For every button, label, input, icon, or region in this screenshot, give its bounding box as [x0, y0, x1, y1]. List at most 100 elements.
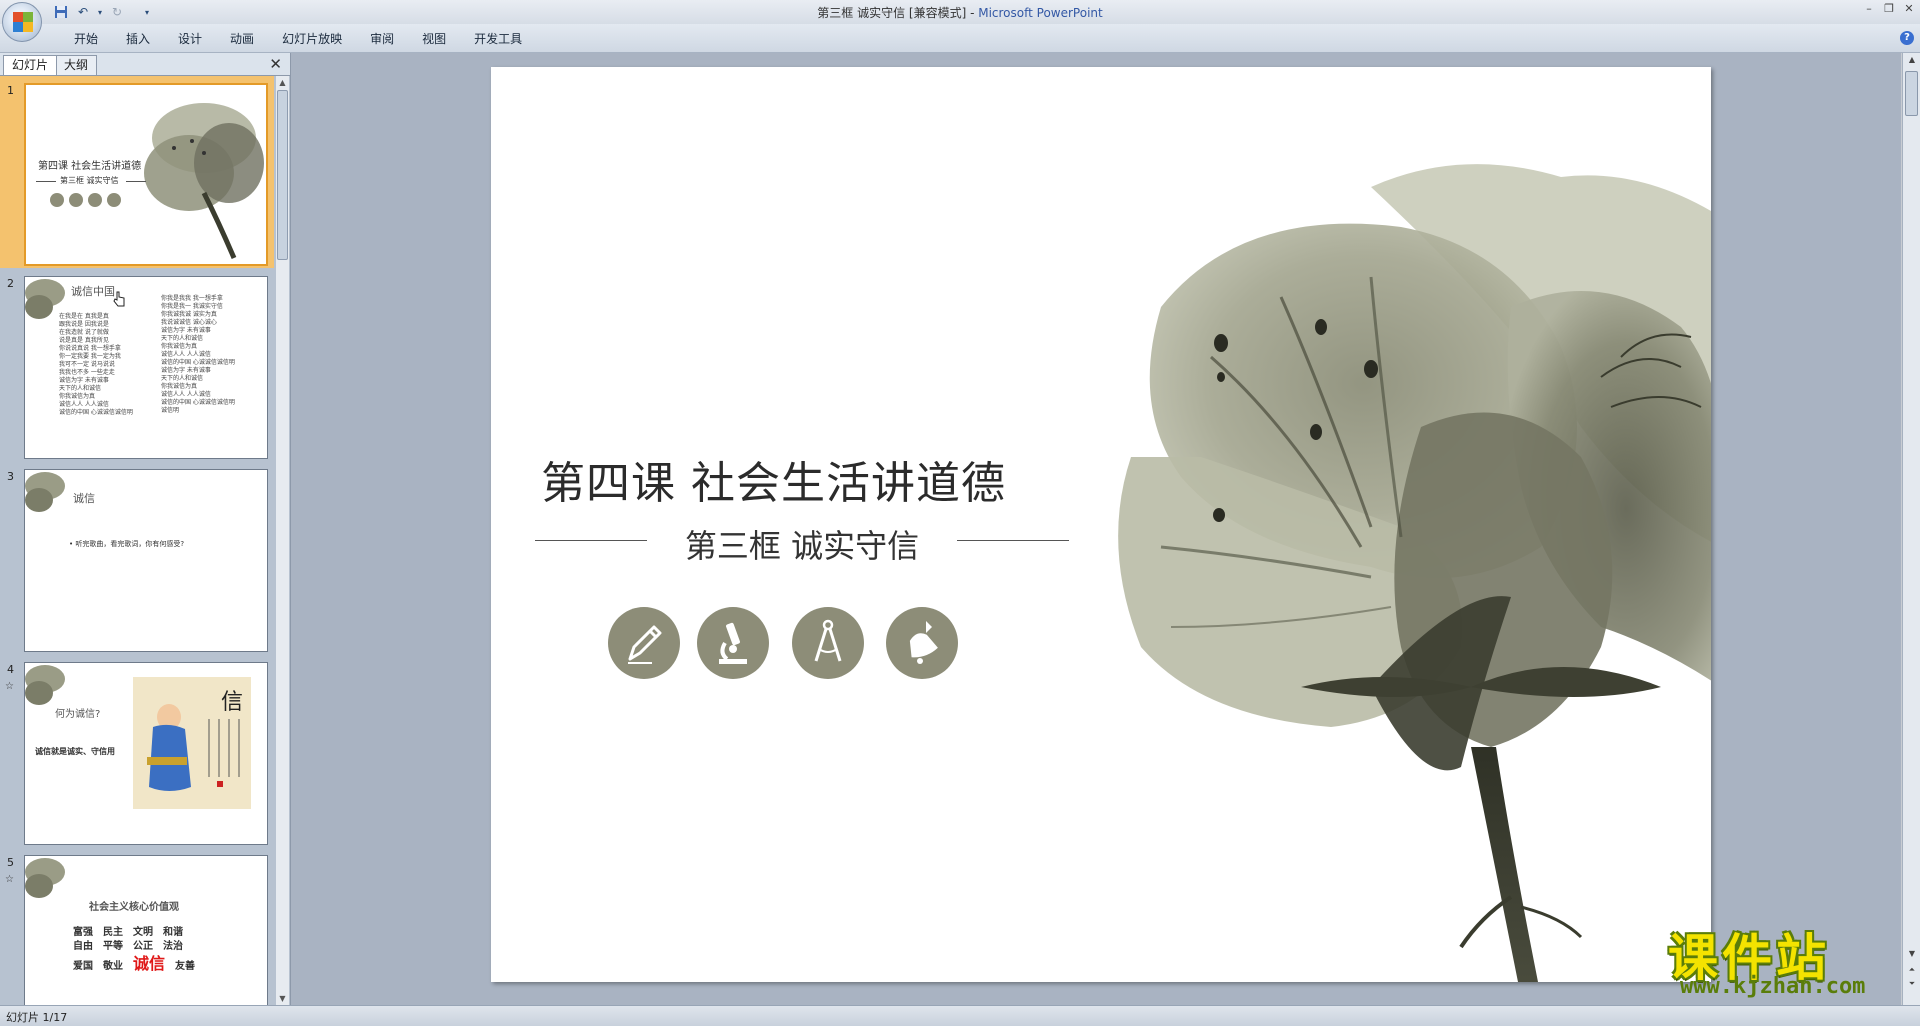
value-word: 敬业: [103, 961, 123, 972]
slides-pane: 幻灯片 大纲 ✕ 1 第四课 社会生活讲道德 第三框 诚实守信 2 诚信中国 在…: [0, 53, 291, 1005]
app-name: Microsoft PowerPoint: [978, 6, 1103, 20]
slide-thumbnail-5[interactable]: 5 ☆ 社会主义核心价值观 富强 民主 文明 和谐 自由 平等 公正 法治 爱国…: [0, 848, 274, 1005]
next-slide-icon[interactable]: ⏷: [1903, 977, 1920, 991]
tab-design[interactable]: 设计: [164, 30, 216, 47]
slide-number: 3: [7, 470, 14, 483]
bell-icon: [886, 607, 958, 679]
lyric-line: 你我诚信为真: [161, 343, 198, 350]
office-logo-icon: [13, 12, 33, 32]
restore-icon[interactable]: ❐: [1882, 2, 1896, 16]
scroll-thumb[interactable]: [277, 90, 288, 260]
ink-flower-image: [1118, 164, 1711, 982]
tab-slideshow[interactable]: 幻灯片放映: [268, 30, 356, 47]
slide-editor: 第四课 社会生活讲道德 第三框 诚实守信: [291, 53, 1901, 1005]
slide-thumbnail-4[interactable]: 4 ☆ 何为诚信? 诚信就是诚实、守信用 信: [0, 655, 274, 847]
compass-icon: [792, 607, 864, 679]
values-row: 自由 平等 公正 法治: [73, 940, 195, 954]
divider: [126, 181, 146, 182]
help-icon[interactable]: ?: [1900, 31, 1914, 45]
slide-thumbnail-2[interactable]: 2 诚信中国 在我是在 真我是真 跟我说是 因我说是 在我造就 说了就做 说是真…: [0, 269, 274, 461]
pencil-icon: [608, 607, 680, 679]
microscope-icon: [697, 607, 769, 679]
thumb-title: 诚信中国: [71, 285, 115, 298]
tab-home[interactable]: 开始: [60, 30, 112, 47]
slide-subtitle[interactable]: 第三框 诚实守信: [655, 521, 949, 567]
lyric-line: 你说说真说 我一想手拿: [59, 345, 121, 352]
slide-preview: 第四课 社会生活讲道德 第三框 诚实守信: [24, 83, 268, 266]
ribbon-tab-bar: 开始 插入 设计 动画 幻灯片放映 审阅 视图 开发工具 ?: [0, 24, 1920, 53]
thumb-text: 诚信就是诚实、守信用: [35, 747, 115, 756]
animation-icon: ☆: [5, 681, 14, 692]
slide-subtitle-block: 第三框 诚实守信: [535, 521, 1069, 565]
lyric-line: 诚信为字 未有诚事: [161, 327, 211, 334]
lyric-line: 诚信人人 人人诚信: [161, 391, 211, 398]
tab-view[interactable]: 视图: [408, 30, 460, 47]
close-icon[interactable]: ✕: [1902, 2, 1916, 16]
editor-scrollbar[interactable]: ▲ ▼ ⏶ ⏷: [1902, 53, 1920, 1005]
tab-animations[interactable]: 动画: [216, 30, 268, 47]
flower-image: [25, 858, 65, 898]
tab-developer[interactable]: 开发工具: [460, 30, 536, 47]
status-bar: 幻灯片 1/17: [0, 1005, 1920, 1026]
close-icon[interactable]: ✕: [269, 55, 282, 73]
flower-image: [25, 472, 65, 512]
pencil-icon: [50, 193, 64, 207]
animation-icon: ☆: [5, 874, 14, 885]
scroll-down-icon[interactable]: ▼: [1903, 947, 1920, 961]
lyric-line: 我我也不多 一些走走: [59, 369, 115, 376]
site-watermark: 课件站 www.kjzhan.com: [1668, 918, 1898, 1000]
lyric-line: 在我造就 说了就做: [59, 329, 109, 336]
value-word: 富强: [73, 927, 93, 938]
scroll-down-icon[interactable]: ▼: [276, 992, 289, 1005]
thumbnail-list: 1 第四课 社会生活讲道德 第三框 诚实守信 2 诚信中国 在我是在 真我是真 …: [0, 76, 274, 1005]
slide-preview: 何为诚信? 诚信就是诚实、守信用 信: [24, 662, 268, 845]
value-word: 文明: [133, 927, 153, 938]
slide-title[interactable]: 第四课 社会生活讲道德: [541, 447, 1005, 511]
value-word: 自由: [73, 941, 93, 952]
lyric-line: 诚信的中国 心诚诚信诚信明: [161, 399, 235, 406]
tab-review[interactable]: 审阅: [356, 30, 408, 47]
lyric-line: 诚信明: [161, 407, 180, 414]
scroll-up-icon[interactable]: ▲: [276, 76, 289, 89]
tab-slides[interactable]: 幻灯片: [3, 55, 58, 75]
bell-icon: [107, 193, 121, 207]
value-word: 和谐: [163, 927, 183, 938]
values-grid: 富强 民主 文明 和谐 自由 平等 公正 法治 爱国 敬业 诚信 友善: [73, 926, 195, 974]
thumbnail-scrollbar[interactable]: ▲ ▼: [276, 76, 289, 1005]
lyric-line: 你我诚信为真: [59, 393, 96, 400]
lyrics-column-right: 你我是我我 我一想手拿 你我是我一 我诚实守信 你我诚我诚 诚实为真 我说诚诚信…: [161, 295, 235, 415]
lyric-line: 诚信人人 人人诚信: [59, 401, 109, 408]
lyric-line: 你我诚我诚 诚实为真: [161, 311, 217, 318]
slide-number: 5: [7, 856, 14, 869]
scroll-thumb[interactable]: [1905, 71, 1918, 116]
lyric-line: 说是真是 真我所见: [59, 337, 109, 344]
slide-preview: 社会主义核心价值观 富强 民主 文明 和谐 自由 平等 公正 法治 爱国 敬业 …: [24, 855, 268, 1005]
value-word: 平等: [103, 941, 123, 952]
divider-line: [957, 540, 1069, 541]
current-slide[interactable]: 第四课 社会生活讲道德 第三框 诚实守信: [491, 67, 1711, 982]
previous-slide-icon[interactable]: ⏶: [1903, 963, 1920, 977]
slide-thumbnail-1[interactable]: 1 第四课 社会生活讲道德 第三框 诚实守信: [0, 76, 274, 268]
lyric-line: 诚信人人 人人诚信: [161, 351, 211, 358]
title-bar: ↶ ▾ ↻ ▾ 第三框 诚实守信 [兼容模式] - Microsoft Powe…: [0, 0, 1920, 24]
thumb-title: 诚信: [73, 492, 95, 505]
microscope-icon: [69, 193, 83, 207]
document-title: 第三框 诚实守信 [兼容模式] -: [817, 6, 979, 20]
thumb-subtitle: 第三框 诚实守信: [60, 176, 119, 185]
value-word: 友善: [175, 961, 196, 972]
lyric-line: 你我是我我 我一想手拿: [161, 295, 223, 302]
slide-number: 2: [7, 277, 14, 290]
slide-preview: 诚信 • 听完歌曲，看完歌词，你有何感受?: [24, 469, 268, 652]
office-button[interactable]: [2, 2, 42, 42]
thumb-title: 第四课 社会生活讲道德: [38, 161, 142, 172]
slide-thumbnail-3[interactable]: 3 诚信 • 听完歌曲，看完歌词，你有何感受?: [0, 462, 274, 654]
tab-outline[interactable]: 大纲: [55, 55, 98, 75]
tab-insert[interactable]: 插入: [112, 30, 164, 47]
watermark-url: www.kjzhan.com: [1680, 974, 1866, 999]
minimize-icon[interactable]: –: [1862, 2, 1876, 16]
lyric-line: 天下的人和诚信: [161, 375, 204, 382]
slide-counter: 幻灯片 1/17: [6, 1011, 68, 1024]
values-row: 爱国 敬业 诚信 友善: [73, 956, 196, 974]
flower-image: [144, 103, 264, 259]
scroll-up-icon[interactable]: ▲: [1903, 53, 1920, 67]
